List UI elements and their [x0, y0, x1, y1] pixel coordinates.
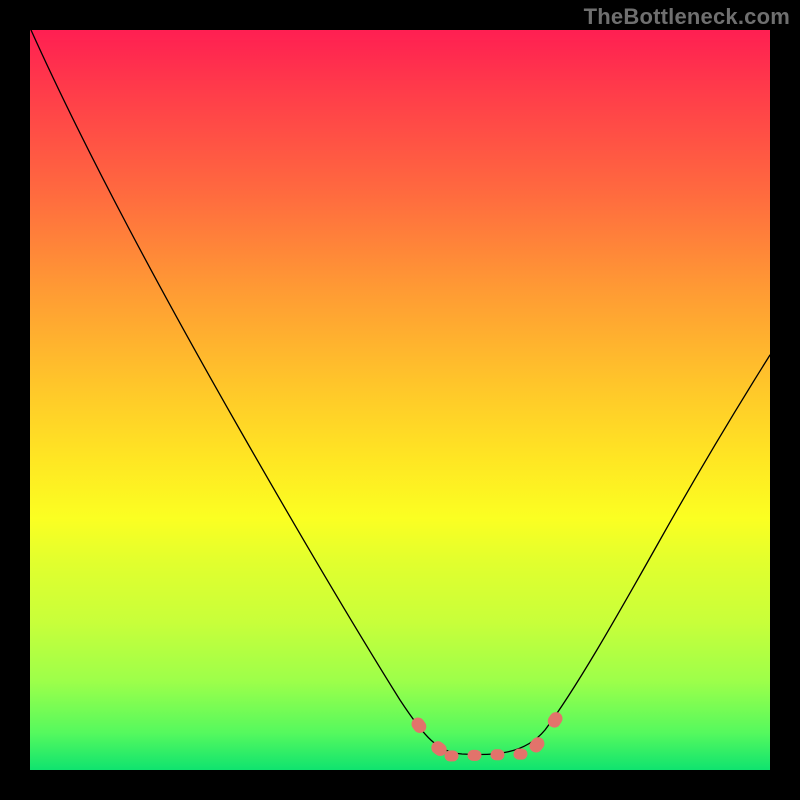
chart-svg [30, 30, 770, 770]
bottleneck-curve [31, 30, 770, 755]
watermark-text: TheBottleneck.com [584, 4, 790, 30]
highlight-left-rise [418, 724, 444, 752]
chart-container: TheBottleneck.com [0, 0, 800, 800]
plot-area [30, 30, 770, 770]
highlight-right-rise [536, 706, 564, 746]
